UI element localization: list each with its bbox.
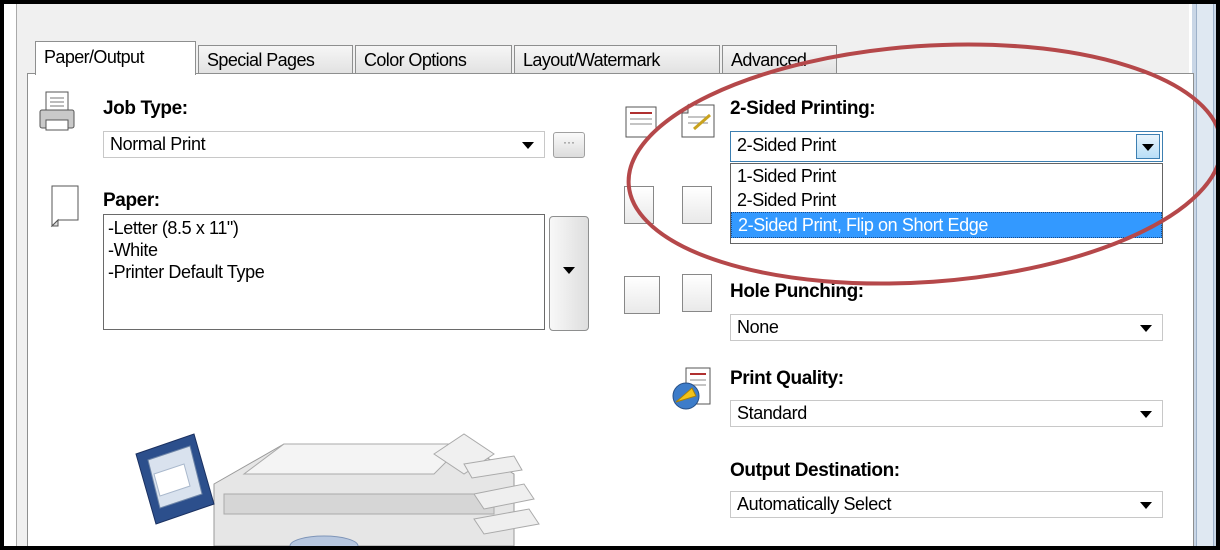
chevron-down-icon [1140,502,1152,509]
chevron-down-icon [1140,325,1152,332]
paper-label: Paper: [103,190,160,211]
job-type-options-button[interactable]: ··· [553,132,585,158]
two-sided-printing-icon [625,103,715,138]
tab-special-pages[interactable]: Special Pages [198,45,353,73]
two-sided-printing-value: 2-Sided Print [737,135,836,155]
print-quality-label: Print Quality: [730,368,844,389]
page-blank-icon [624,186,654,224]
paper-icon [50,185,79,228]
two-sided-printing-select[interactable]: 2-Sided Print [730,131,1163,162]
paper-summary-box: -Letter (8.5 x 11") -White -Printer Defa… [103,214,545,330]
option-2-sided-flip-short-edge[interactable]: 2-Sided Print, Flip on Short Edge [731,212,1162,238]
output-destination-select[interactable]: Automatically Select [730,491,1163,518]
screenshot-frame: Paper/Output Special Pages Color Options… [0,0,1220,550]
job-type-value: Normal Print [110,134,206,154]
chevron-down-icon [522,142,534,149]
job-type-select[interactable]: Normal Print [103,131,545,158]
job-type-icon [39,91,75,131]
paper-type-line: -Printer Default Type [108,262,265,282]
paper-color-line: -White [108,240,158,260]
option-1-sided-print[interactable]: 1-Sided Print [731,164,1162,188]
paper-size-line: -Letter (8.5 x 11") [108,218,239,238]
output-destination-label: Output Destination: [730,460,900,481]
printer-illustration [135,433,540,546]
tab-advanced[interactable]: Advanced [722,45,837,73]
tab-layout-watermark[interactable]: Layout/Watermark [514,45,720,73]
two-sided-printing-options-list: 1-Sided Print 2-Sided Print 2-Sided Prin… [730,163,1163,244]
hole-punching-icon [624,276,660,314]
background-window-edge [1192,4,1216,546]
hole-punching-value: None [737,317,779,337]
hole-punching-select[interactable]: None [730,314,1163,341]
two-sided-printing-label: 2-Sided Printing: [730,98,876,119]
hole-punching-label: Hole Punching: [730,281,864,302]
output-destination-value: Automatically Select [737,494,892,514]
chevron-down-icon[interactable] [1136,134,1160,159]
print-quality-icon [672,367,711,410]
page-blank-icon [682,186,712,224]
print-quality-value: Standard [737,403,807,423]
chevron-down-icon [563,267,575,274]
job-type-label: Job Type: [103,98,188,119]
page-blank-icon [682,274,712,312]
print-quality-select[interactable]: Standard [730,400,1163,427]
chevron-down-icon [1140,411,1152,418]
option-2-sided-print[interactable]: 2-Sided Print [731,188,1162,212]
tab-paper-output[interactable]: Paper/Output [35,41,196,75]
tab-color-options[interactable]: Color Options [355,45,512,73]
paper-dropdown-button[interactable] [549,216,589,331]
